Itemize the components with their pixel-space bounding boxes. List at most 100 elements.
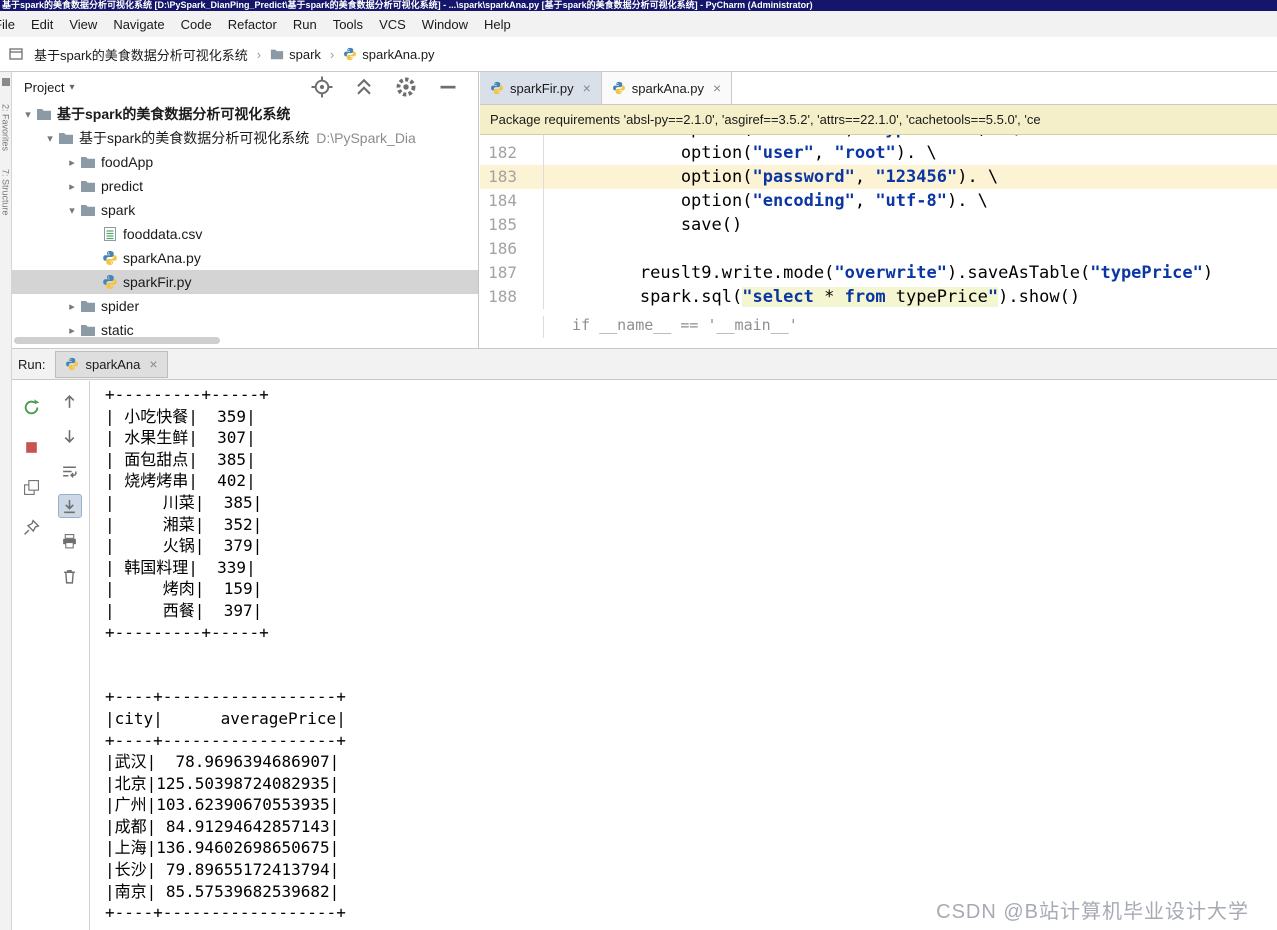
menu-item-file[interactable]: File (0, 17, 23, 32)
hide-icon[interactable] (436, 75, 460, 99)
project-panel-title[interactable]: Project ▾ (24, 80, 75, 95)
chevron-right-icon[interactable]: ▸ (64, 324, 80, 337)
project-panel: Project ▾ ▾ 基于spark的美食数据分析可视化系统 ▾ 基于spark的美… (12, 72, 479, 348)
menu-item-navigate[interactable]: Navigate (105, 17, 172, 32)
menu-item-vcs[interactable]: VCS (371, 17, 414, 32)
console-line: +----+------------------+ (105, 686, 1277, 708)
stop-button[interactable] (19, 435, 43, 459)
chevron-right-icon[interactable]: ▸ (64, 156, 80, 169)
console-line: |上海|136.94602698650675| (105, 837, 1277, 859)
breadcrumb-label: sparkAna.py (362, 47, 434, 62)
breadcrumb-item[interactable]: 基于spark的美食数据分析可视化系统 (32, 45, 250, 64)
chevron-down-icon: ▾ (69, 82, 74, 93)
breadcrumb-separator-icon: › (250, 47, 268, 62)
menu-item-tools[interactable]: Tools (325, 17, 371, 32)
print-button[interactable] (58, 529, 82, 553)
menu-item-help[interactable]: Help (476, 17, 519, 32)
tree-item-folder-spider[interactable]: ▸spider (12, 294, 478, 318)
menu-item-refactor[interactable]: Refactor (220, 17, 285, 32)
project-panel-title-label: Project (24, 80, 64, 95)
tree-item-file-sparkfir-py[interactable]: sparkFir.py (12, 270, 478, 294)
editor-tab-label: sparkAna.py (632, 81, 704, 96)
run-panel: Run: sparkAna × +---------+-----+| 小吃快餐|… (12, 348, 1277, 930)
code-line-185[interactable]: 185 save() (480, 213, 1277, 237)
code-line-188[interactable]: 188 spark.sql("select * from typePrice")… (480, 285, 1277, 309)
horizontal-scrollbar[interactable] (14, 337, 220, 344)
tool-window-stripe-tab[interactable]: 2: Favorites (1, 104, 11, 151)
tree-item-content-root[interactable]: ▾基于spark的美食数据分析可视化系统D:\PySpark_Dia (12, 126, 478, 150)
code-line-text: option("user", "root"). \ (544, 141, 937, 165)
soft-wrap-icon (61, 463, 78, 480)
scroll-to-end-button[interactable] (58, 494, 82, 518)
close-icon[interactable]: × (713, 80, 721, 96)
menu-item-view[interactable]: View (61, 17, 105, 32)
pin-button[interactable] (19, 515, 43, 539)
code-segment: , (814, 143, 834, 163)
code-line-182[interactable]: 182 option("user", "root"). \ (480, 141, 1277, 165)
code-segment: "overwrite" (834, 263, 947, 283)
clear-button[interactable] (58, 564, 82, 588)
tree-item-folder-foodapp[interactable]: ▸foodApp (12, 150, 478, 174)
tree-item-label: sparkFir.py (123, 274, 191, 290)
editor-tab-sparkana-py[interactable]: sparkAna.py × (602, 72, 732, 104)
menu-item-edit[interactable]: Edit (23, 17, 61, 32)
console-output[interactable]: +---------+-----+| 小吃快餐| 359|| 水果生鲜| 307… (91, 381, 1277, 930)
tree-item-file-sparkana-py[interactable]: sparkAna.py (12, 246, 478, 270)
breadcrumb-item[interactable]: spark (268, 47, 323, 62)
console-line: |广州|103.62390670553935| (105, 794, 1277, 816)
project-stripe-icon[interactable] (2, 78, 10, 86)
soft-wrap-button[interactable] (58, 459, 82, 483)
code-area[interactable]: 181 option("dbtable", "typePrice"). \182… (480, 117, 1277, 348)
tree-item-file-fooddata-csv[interactable]: fooddata.csv (12, 222, 478, 246)
csv-icon (102, 226, 118, 242)
console-line: |成都| 84.91294642857143| (105, 816, 1277, 838)
code-line-183[interactable]: 183 option("password", "123456"). \ (480, 165, 1277, 189)
package-requirements-banner[interactable]: Package requirements 'absl-py==2.1.0', '… (480, 105, 1277, 135)
scroll-up-button[interactable] (58, 389, 82, 413)
code-segment: option( (558, 143, 752, 163)
code-line-187[interactable]: 187 reuslt9.write.mode("overwrite").save… (480, 261, 1277, 285)
tree-item-folder-spark[interactable]: ▾spark (12, 198, 478, 222)
chevron-down-icon[interactable]: ▾ (64, 204, 80, 217)
close-icon[interactable]: × (149, 356, 157, 372)
breadcrumb-item[interactable]: sparkAna.py (341, 47, 436, 62)
menu-bar: FileEditViewNavigateCodeRefactorRunTools… (0, 11, 1277, 37)
menu-item-code[interactable]: Code (173, 17, 220, 32)
window-title-bar: 基于spark的美食数据分析可视化系统 [D:\PySpark_DianPing… (0, 0, 1277, 11)
left-tool-stripe: 2: Favorites 7: Structure (0, 72, 12, 930)
tree-item-label: 基于spark的美食数据分析可视化系统 (57, 104, 290, 124)
code-segment: reuslt9.write.mode( (558, 263, 834, 283)
console-line: | 烧烤烤串| 402| (105, 470, 1277, 492)
console-line: | 面包甜点| 385| (105, 449, 1277, 471)
tree-item-folder-predict[interactable]: ▸predict (12, 174, 478, 198)
menu-item-window[interactable]: Window (414, 17, 476, 32)
close-icon[interactable]: × (583, 80, 591, 96)
code-line-184[interactable]: 184 option("encoding", "utf-8"). \ (480, 189, 1277, 213)
chevron-right-icon[interactable]: ▸ (64, 300, 80, 313)
pin-icon (23, 519, 40, 536)
code-line-text: reuslt9.write.mode("overwrite").saveAsTa… (544, 261, 1213, 285)
menu-item-run[interactable]: Run (285, 17, 325, 32)
chevron-down-icon[interactable]: ▾ (42, 132, 58, 145)
code-segment: typePrice (886, 287, 988, 307)
chevron-down-icon[interactable]: ▾ (20, 108, 36, 121)
chevron-right-icon[interactable]: ▸ (64, 180, 80, 193)
console-toolbar (50, 381, 90, 930)
code-segment: ) (1203, 263, 1213, 283)
tree-item-project-root[interactable]: ▾ 基于spark的美食数据分析可视化系统 (12, 102, 478, 126)
project-panel-header: Project ▾ (12, 72, 478, 102)
tool-window-stripe-tab[interactable]: 7: Structure (1, 169, 11, 216)
code-line-186[interactable]: 186 (480, 237, 1277, 261)
collapse-all-icon[interactable] (352, 75, 376, 99)
line-number: 186 (480, 237, 544, 261)
locate-icon[interactable] (310, 75, 334, 99)
settings-icon[interactable] (394, 75, 418, 99)
tree-item-label: 基于spark的美食数据分析可视化系统 (79, 128, 309, 148)
run-tab-sparkana[interactable]: sparkAna × (55, 351, 167, 378)
rerun-button[interactable] (19, 395, 43, 419)
editor-tab-sparkfir-py[interactable]: sparkFir.py× (480, 72, 602, 104)
scroll-down-button[interactable] (58, 424, 82, 448)
restore-layout-button[interactable] (19, 475, 43, 499)
rerun-icon (23, 399, 40, 416)
code-segment: , (855, 167, 875, 187)
